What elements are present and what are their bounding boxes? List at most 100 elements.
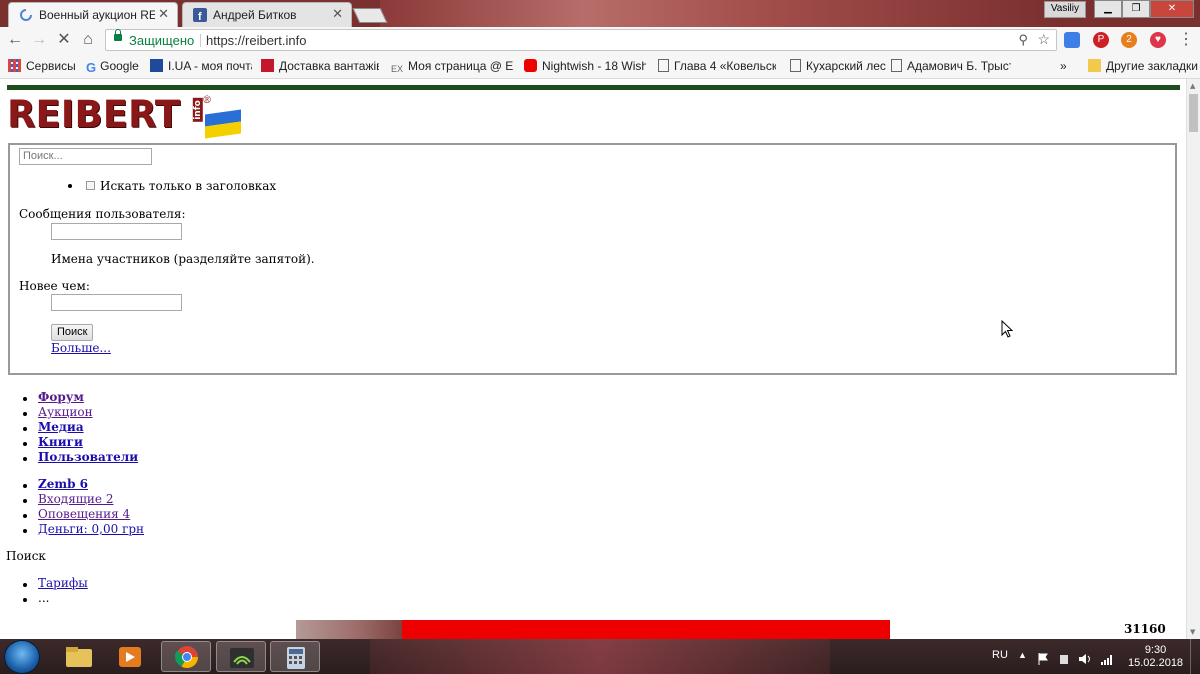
google-icon: G <box>86 60 97 73</box>
menu-dots-icon[interactable]: ⋮ <box>1176 30 1196 50</box>
page-scrollbar[interactable]: ▲ ▼ <box>1186 79 1200 639</box>
tab-close-icon[interactable]: ✕ <box>332 6 343 22</box>
header-bar <box>7 85 1180 90</box>
clock-date: 15.02.2018 <box>1128 657 1184 669</box>
tab-facebook[interactable]: f Андрей Битков ✕ <box>182 2 352 27</box>
secure-label: Защищено <box>129 33 195 48</box>
network-signal-icon[interactable] <box>1100 650 1114 665</box>
bookmark-google[interactable]: G Google <box>86 59 139 73</box>
advert-banner[interactable] <box>296 620 890 639</box>
search-input[interactable]: Поиск... <box>19 148 152 165</box>
bookmark-label: Другие закладки <box>1106 59 1198 73</box>
bookmark-services[interactable]: Сервисы <box>8 59 76 73</box>
home-icon[interactable]: ⌂ <box>78 30 98 50</box>
chrome-taskbar-button[interactable] <box>161 641 211 672</box>
titles-only-checkbox[interactable] <box>86 181 95 190</box>
ukraine-flag-icon <box>205 109 241 139</box>
titles-only-label: Искать только в заголовках <box>100 179 277 193</box>
bookmark-delivery[interactable]: Доставка вантажів т <box>261 59 379 73</box>
minimize-icon[interactable]: ▁ <box>1094 0 1122 18</box>
show-desktop-button[interactable] <box>1190 639 1200 674</box>
nav-forum[interactable]: Форум <box>38 390 84 404</box>
action-center-flag-icon[interactable] <box>1038 650 1048 665</box>
scroll-up-icon[interactable]: ▲ <box>1190 82 1195 90</box>
alerts-link[interactable]: Оповещения 4 <box>38 507 130 521</box>
search-panel: Поиск... Искать только в заголовках Сооб… <box>8 143 1177 375</box>
user-profile-link[interactable]: Zemb 6 <box>38 477 88 491</box>
language-indicator[interactable]: RU <box>992 649 1008 661</box>
site-logo[interactable]: REIBERT info ® <box>7 95 247 139</box>
system-clock[interactable]: 9:30 15.02.2018 <box>1128 644 1183 670</box>
heart-extension-icon[interactable]: ♥ <box>1150 32 1166 48</box>
list-bullet <box>23 514 27 518</box>
scroll-thumb[interactable] <box>1189 94 1198 132</box>
bookmark-nightwish[interactable]: Nightwish - 18 Wish <box>524 59 646 73</box>
extension-device-icon[interactable] <box>1064 32 1080 48</box>
pinterest-icon[interactable]: P <box>1093 32 1109 48</box>
stop-loading-icon[interactable]: ✕ <box>54 30 74 50</box>
bookmark-ex[interactable]: EX Моя страница @ EX <box>391 59 513 77</box>
bookmark-adamovich[interactable]: Адамович Б. Трысте <box>891 59 1011 73</box>
volume-icon[interactable] <box>1078 650 1092 664</box>
folder-icon <box>66 647 92 667</box>
restore-icon[interactable]: ❐ <box>1122 0 1150 18</box>
ex-icon: EX <box>391 64 404 74</box>
youtube-icon <box>524 59 537 72</box>
page-icon <box>658 59 669 72</box>
windows-taskbar: RU ▲ 9:30 15.02.2018 <box>0 639 1200 674</box>
bookmarks-overflow-button[interactable]: » <box>1060 59 1067 73</box>
usb-device-icon[interactable] <box>1058 650 1070 664</box>
chrome-icon <box>175 646 198 668</box>
back-arrow-icon[interactable]: ← <box>5 30 25 50</box>
extension-badge-icon[interactable]: 2 <box>1121 32 1137 48</box>
browser-toolbar: ← → ✕ ⌂ Защищено https://reibert.info ⚲ … <box>0 27 1200 55</box>
network-app-taskbar-button[interactable] <box>216 641 266 672</box>
profile-button[interactable]: Vasiliy <box>1043 1 1086 18</box>
zoom-icon[interactable]: ⚲ <box>1018 32 1028 48</box>
forward-arrow-icon[interactable]: → <box>29 30 49 50</box>
delivery-icon <box>261 59 274 72</box>
bookmarks-bar: Сервисы G Google I.UA - моя почта Доставк… <box>0 55 1200 79</box>
explorer-taskbar-button[interactable] <box>54 641 104 672</box>
tray-expand-icon[interactable]: ▲ <box>1018 650 1027 660</box>
svg-text:f: f <box>198 11 202 22</box>
search-submit-button[interactable]: Поиск <box>51 324 94 341</box>
list-bullet <box>23 412 27 416</box>
list-bullet <box>23 583 27 587</box>
loading-spinner-icon <box>20 9 32 21</box>
folder-icon <box>1088 59 1101 72</box>
newer-than-input[interactable] <box>51 294 182 311</box>
bookmark-kukharsky[interactable]: Кухарский лес <box>790 59 886 73</box>
inbox-link[interactable]: Входящие 2 <box>38 492 113 506</box>
tab-reibert[interactable]: Военный аукцион REIBE ✕ <box>8 2 178 27</box>
bookmark-chapter4[interactable]: Глава 4 «Ковельская <box>658 59 776 73</box>
list-bullet <box>23 397 27 401</box>
start-button-icon[interactable] <box>4 640 40 674</box>
bookmark-label: Кухарский лес <box>806 59 886 73</box>
other-bookmarks[interactable]: Другие закладки <box>1088 59 1198 73</box>
bookmark-iua[interactable]: I.UA - моя почта <box>150 59 252 73</box>
user-posts-input[interactable] <box>51 223 182 240</box>
bookmark-label: Моя страница @ EX <box>408 59 513 73</box>
more-options-link[interactable]: Больше... <box>51 341 111 355</box>
address-bar[interactable]: Защищено https://reibert.info ⚲ ☆ <box>105 29 1057 51</box>
scroll-down-icon[interactable]: ▼ <box>1190 628 1195 636</box>
tab-title: Андрей Битков <box>213 8 297 22</box>
nav-users[interactable]: Пользователи <box>38 450 138 464</box>
calculator-taskbar-button[interactable] <box>270 641 320 672</box>
tariffs-more: ... <box>38 591 50 605</box>
calculator-icon <box>287 647 305 669</box>
iua-icon <box>150 59 163 72</box>
close-window-icon[interactable]: ✕ <box>1150 0 1194 18</box>
tab-close-icon[interactable]: ✕ <box>158 6 169 22</box>
nav-books[interactable]: Книги <box>38 435 83 449</box>
tariffs-link[interactable]: Тарифы <box>38 576 88 590</box>
bookmark-star-icon[interactable]: ☆ <box>1037 31 1050 48</box>
nav-auction[interactable]: Аукцион <box>38 405 93 419</box>
page-icon <box>891 59 902 72</box>
media-player-taskbar-button[interactable] <box>106 641 156 672</box>
newer-than-label: Новее чем: <box>19 279 90 293</box>
nav-media[interactable]: Медиа <box>38 420 84 434</box>
list-bullet <box>23 529 27 533</box>
money-link[interactable]: Деньги: 0,00 грн <box>38 522 144 536</box>
